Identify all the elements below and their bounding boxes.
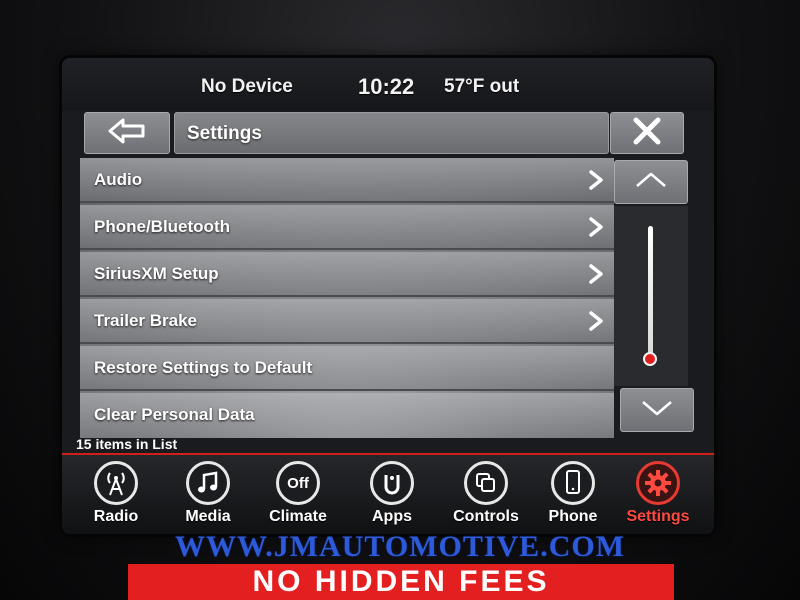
list-item-siriusxm-setup[interactable]: SiriusXM Setup	[80, 252, 614, 297]
list-item-label: Phone/Bluetooth	[94, 217, 230, 236]
list-item-label: Restore Settings to Default	[94, 358, 313, 377]
chevron-right-icon	[586, 216, 606, 238]
climate-off-icon: Off	[276, 461, 320, 505]
nav-label: Controls	[453, 508, 519, 525]
bottom-nav: Radio Media Off Climate Apps Controls Ph…	[62, 455, 714, 534]
radio-tower-icon	[94, 461, 138, 505]
chevron-right-icon	[586, 310, 606, 332]
nav-phone[interactable]: Phone	[533, 461, 613, 531]
page-title: Settings	[187, 123, 262, 144]
list-item-trailer-brake[interactable]: Trailer Brake	[80, 299, 614, 344]
nav-controls[interactable]: Controls	[446, 461, 526, 531]
nav-label: Phone	[548, 508, 598, 525]
title-bar: Settings	[174, 112, 609, 154]
status-bar: No Device 10:22 57°F out	[62, 58, 714, 110]
nav-settings[interactable]: Settings	[618, 461, 698, 531]
clock: 10:22	[358, 74, 415, 99]
gear-icon	[636, 461, 680, 505]
close-icon	[632, 116, 662, 151]
nav-climate[interactable]: Off Climate	[258, 461, 338, 531]
nav-label: Settings	[626, 508, 690, 525]
chevron-down-icon	[640, 399, 674, 422]
list-item-audio[interactable]: Audio	[80, 158, 614, 203]
nav-label: Apps	[372, 508, 412, 525]
title-row: Settings	[62, 110, 714, 158]
controls-icon	[464, 461, 508, 505]
chevron-up-icon	[634, 171, 668, 194]
music-note-icon	[186, 461, 230, 505]
scroll-up-button[interactable]	[614, 160, 688, 204]
dealer-watermark: WWW.JMAUTOMOTIVE.COM	[174, 530, 626, 563]
infotainment-screen: No Device 10:22 57°F out Settings Audio	[62, 58, 714, 534]
phone-icon	[551, 461, 595, 505]
list-item-phone-bluetooth[interactable]: Phone/Bluetooth	[80, 205, 614, 250]
nav-label: Radio	[93, 508, 139, 525]
list-item-label: SiriusXM Setup	[94, 264, 219, 283]
promo-banner: NO HIDDEN FEES	[128, 564, 674, 600]
apps-icon	[370, 461, 414, 505]
chevron-right-icon	[586, 169, 606, 191]
scrollbar-line	[648, 226, 653, 356]
chevron-right-icon	[586, 263, 606, 285]
nav-label: Climate	[269, 508, 327, 525]
climate-icon-text: Off	[287, 474, 309, 492]
list-item-label: Clear Personal Data	[94, 405, 255, 424]
device-status: No Device	[201, 76, 293, 97]
scroll-down-button[interactable]	[620, 388, 694, 432]
list-item-clear-personal-data[interactable]: Clear Personal Data	[80, 393, 614, 438]
list-item-label: Audio	[94, 170, 143, 189]
nav-media[interactable]: Media	[168, 461, 248, 531]
nav-radio[interactable]: Radio	[76, 461, 156, 531]
outside-temperature: 57°F out	[444, 76, 520, 97]
nav-apps[interactable]: Apps	[352, 461, 432, 531]
scrollbar-track[interactable]	[614, 206, 688, 386]
list-count: 15 items in List	[76, 436, 178, 452]
back-arrow-icon	[107, 118, 147, 149]
list-item-restore-defaults[interactable]: Restore Settings to Default	[80, 346, 614, 391]
back-button[interactable]	[84, 112, 170, 154]
list-item-label: Trailer Brake	[94, 311, 198, 330]
close-button[interactable]	[610, 112, 684, 154]
nav-label: Media	[185, 508, 231, 525]
scrollbar-thumb[interactable]	[643, 352, 657, 366]
banner-text: NO HIDDEN FEES	[252, 565, 550, 598]
settings-list: Audio Phone/Bluetooth SiriusXM Setup Tra…	[80, 158, 614, 438]
